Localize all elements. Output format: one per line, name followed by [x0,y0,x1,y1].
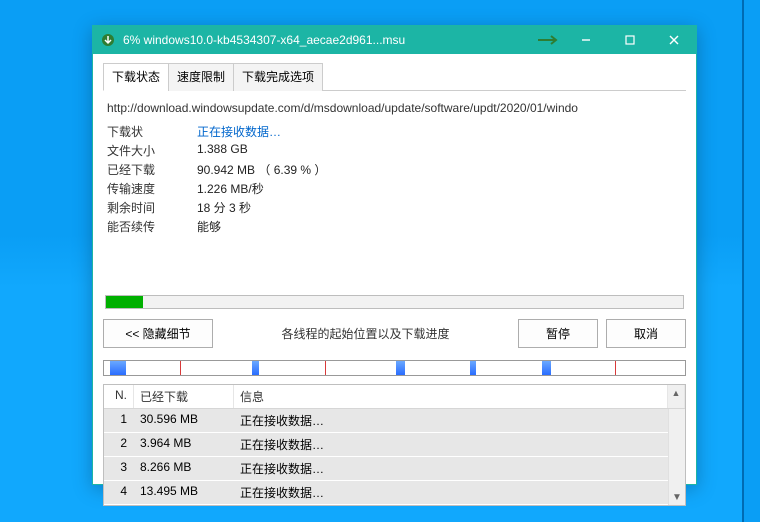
cell-downloaded: 13.495 MB [134,481,234,504]
minimize-button[interactable] [564,26,608,54]
scroll-down-icon[interactable]: ▼ [669,489,685,505]
label-status: 下载状 [107,123,197,140]
arrow-icon [534,35,564,45]
cell-info: 正在接收数据… [234,481,668,504]
cell-info: 正在接收数据… [234,409,668,432]
progress-bar [105,295,684,309]
segment-tick [325,361,326,375]
cell-n: 3 [104,457,134,480]
cell-downloaded: 30.596 MB [134,409,234,432]
close-button[interactable] [652,26,696,54]
value-eta: 18 分 3 秒 [197,199,682,216]
download-stats: 下载状 正在接收数据… 文件大小 1.388 GB 已经下载 90.942 MB… [103,123,686,243]
segment-chunk [470,361,476,375]
scroll-track[interactable] [669,409,685,425]
cell-info: 正在接收数据… [234,433,668,456]
label-speed: 传输速度 [107,180,197,197]
label-downloaded: 已经下载 [107,161,197,178]
value-status: 正在接收数据… [197,123,682,140]
tab-on-complete[interactable]: 下载完成选项 [233,63,323,91]
progress-fill [106,296,143,308]
titlebar[interactable]: 6% windows10.0-kb4534307-x64_aecae2d961.… [93,26,696,54]
col-header-info[interactable]: 信息 [234,385,668,408]
label-filesize: 文件大小 [107,142,197,159]
segment-chunk [252,361,259,375]
threads-table: N. 已经下载 信息 ▲ 130.596 MB正在接收数据…23.964 MB正… [103,384,686,506]
table-row[interactable]: 23.964 MB正在接收数据… [104,433,668,457]
cell-n: 2 [104,433,134,456]
value-filesize: 1.388 GB [197,142,682,159]
table-row[interactable]: 38.266 MB正在接收数据… [104,457,668,481]
pause-button[interactable]: 暂停 [518,319,598,348]
table-header: N. 已经下载 信息 ▲ [104,385,685,409]
cell-info: 正在接收数据… [234,457,668,480]
tab-status[interactable]: 下载状态 [103,63,169,91]
cell-downloaded: 8.266 MB [134,457,234,480]
desktop-background-edge [742,0,760,522]
table-row[interactable]: 413.495 MB正在接收数据… [104,481,668,505]
label-resume: 能否续传 [107,218,197,235]
cancel-button[interactable]: 取消 [606,319,686,348]
download-dialog: 6% windows10.0-kb4534307-x64_aecae2d961.… [92,25,697,485]
col-header-downloaded[interactable]: 已经下载 [134,385,234,408]
value-downloaded: 90.942 MB （ 6.39 % ） [197,161,682,178]
cell-downloaded: 3.964 MB [134,433,234,456]
table-row[interactable]: 130.596 MB正在接收数据… [104,409,668,433]
segment-tick [180,361,181,375]
value-speed: 1.226 MB/秒 [197,180,682,197]
segment-bar [103,360,686,376]
value-resume: 能够 [197,218,682,235]
window-title: 6% windows10.0-kb4534307-x64_aecae2d961.… [123,33,534,47]
segment-chunk [396,361,405,375]
window-controls [564,26,696,54]
button-row: << 隐藏细节 各线程的起始位置以及下载进度 暂停 取消 [103,319,686,348]
col-header-n[interactable]: N. [104,385,134,408]
segment-chunk [542,361,551,375]
hide-details-button[interactable]: << 隐藏细节 [103,319,213,348]
segment-chunk [110,361,126,375]
tab-bar: 下载状态 速度限制 下载完成选项 [103,62,686,91]
table-body: 130.596 MB正在接收数据…23.964 MB正在接收数据…38.266 … [104,409,668,505]
threads-caption: 各线程的起始位置以及下载进度 [221,325,510,342]
tab-speed-limit[interactable]: 速度限制 [168,63,234,91]
cell-n: 1 [104,409,134,432]
maximize-button[interactable] [608,26,652,54]
label-eta: 剩余时间 [107,199,197,216]
app-icon [99,31,117,49]
scrollbar[interactable]: ▼ [668,409,685,505]
download-url: http://download.windowsupdate.com/d/msdo… [103,91,686,123]
cell-n: 4 [104,481,134,504]
segment-tick [615,361,616,375]
scroll-up-icon[interactable]: ▲ [668,385,685,408]
